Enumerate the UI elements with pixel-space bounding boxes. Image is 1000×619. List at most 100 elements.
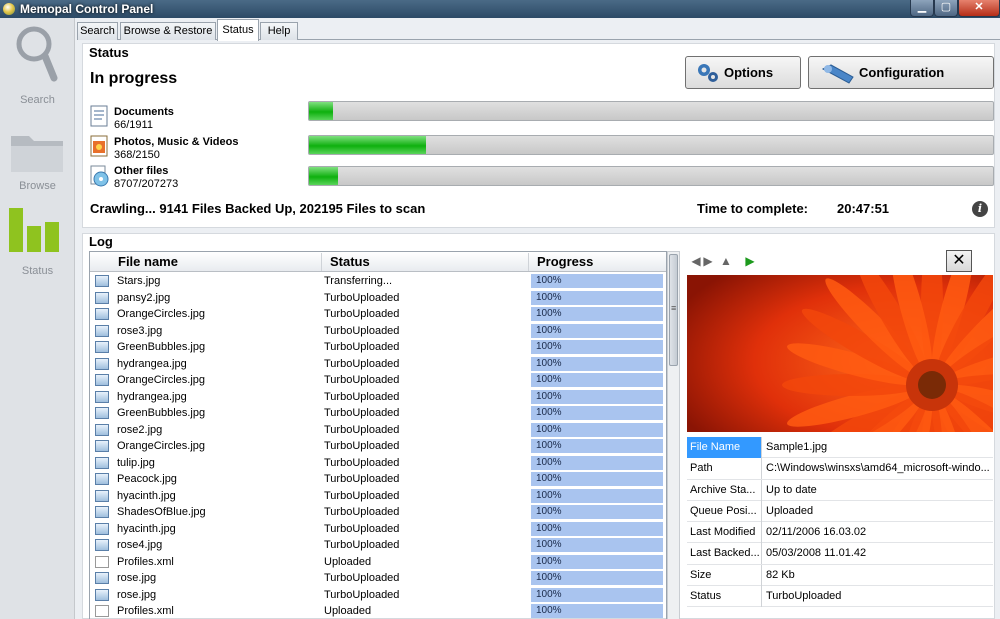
table-row[interactable]: pansy2.jpg TurboUploaded 100% — [90, 290, 666, 307]
row-status: TurboUploaded — [324, 522, 400, 535]
property-row[interactable]: Queue Posi... Uploaded — [687, 500, 993, 523]
row-progress: 100% — [531, 274, 663, 288]
row-file-name: OrangeCircles.jpg — [117, 440, 206, 452]
row-file-name: Profiles.xml — [117, 555, 174, 568]
property-row[interactable]: Status TurboUploaded — [687, 586, 993, 608]
media-progress-fill — [309, 136, 426, 154]
row-file-name: Peacock.jpg — [117, 473, 177, 485]
row-file-name: hydrangea.jpg — [117, 390, 187, 403]
column-header-file-name[interactable]: File name — [90, 253, 322, 271]
property-key: File Name — [687, 437, 762, 458]
title-bar[interactable]: Memopal Control Panel ▁ ▢ ✕ — [0, 0, 1000, 18]
row-status: TurboUploaded — [324, 456, 400, 469]
memopal-window: Memopal Control Panel ▁ ▢ ✕ Search Brows… — [0, 0, 1000, 619]
row-file-name: OrangeCircles.jpg — [117, 308, 206, 320]
column-header-status[interactable]: Status — [322, 253, 529, 271]
xml-file-icon — [95, 605, 109, 617]
tab-help[interactable]: Help — [260, 22, 298, 40]
image-file-icon — [95, 423, 109, 436]
row-progress: 100% — [531, 604, 663, 618]
category-count-other: 8707/207273 — [114, 178, 179, 190]
configuration-button-label: Configuration — [859, 65, 945, 80]
row-progress: 100% — [531, 571, 663, 585]
table-row[interactable]: Peacock.jpg TurboUploaded 100% — [90, 471, 666, 488]
row-status: TurboUploaded — [324, 572, 400, 584]
status-state: In progress — [90, 70, 178, 87]
tab-status[interactable]: Status — [217, 19, 259, 41]
table-row[interactable]: rose4.jpg TurboUploaded 100% — [90, 537, 666, 554]
row-status: TurboUploaded — [324, 506, 400, 518]
category-count-documents: 66/1911 — [114, 119, 153, 131]
sidebar-item-label: Browse — [19, 180, 56, 192]
table-row[interactable]: Stars.jpg Transferring... 100% — [90, 273, 666, 290]
image-file-icon — [95, 456, 109, 469]
table-row[interactable]: GreenBubbles.jpg TurboUploaded 100% — [90, 339, 666, 356]
property-row[interactable]: Last Modified 02/11/2006 16.03.02 — [687, 522, 993, 544]
log-section-title: Log — [89, 234, 117, 249]
log-table-header: File name Status Progress — [90, 252, 666, 272]
property-row[interactable]: Path C:\Windows\winsxs\amd64_microsoft-wi… — [687, 458, 993, 480]
row-progress: 100% — [531, 323, 663, 338]
property-row[interactable]: Archive Sta... Up to date — [687, 479, 993, 501]
tab-bar: Search Browse & Restore Status Help — [77, 19, 1000, 41]
close-window-button[interactable]: ✕ — [958, 0, 1000, 17]
property-row[interactable]: Size 82 Kb — [687, 564, 993, 587]
configuration-button[interactable]: Configuration — [808, 56, 994, 89]
up-arrow-icon[interactable]: ▲ — [719, 253, 733, 269]
table-row[interactable]: Profiles.xml Uploaded 100% — [90, 603, 666, 619]
property-key: Path — [687, 458, 762, 480]
minimize-button[interactable]: ▁ — [910, 0, 934, 17]
image-file-icon — [95, 572, 109, 584]
table-row[interactable]: OrangeCircles.jpg TurboUploaded 100% — [90, 306, 666, 323]
row-progress: 100% — [531, 455, 663, 470]
row-status: TurboUploaded — [324, 308, 400, 320]
table-row[interactable]: hydrangea.jpg TurboUploaded 100% — [90, 356, 666, 373]
window-title: Memopal Control Panel — [20, 2, 154, 16]
file-properties-table: File Name Sample1.jpg Path C:\Windows\winsx… — [687, 437, 993, 608]
property-value: Sample1.jpg — [766, 441, 828, 453]
image-file-icon — [95, 308, 109, 320]
table-row[interactable]: OrangeCircles.jpg TurboUploaded 100% — [90, 372, 666, 389]
row-status: TurboUploaded — [324, 588, 400, 601]
row-status: TurboUploaded — [324, 374, 400, 386]
image-file-icon — [95, 506, 109, 518]
play-icon[interactable]: ▶ — [743, 253, 757, 269]
other-progress-fill — [309, 167, 338, 185]
preview-close-button[interactable]: ✕ — [946, 250, 972, 272]
table-row[interactable]: ShadesOfBlue.jpg TurboUploaded 100% — [90, 504, 666, 521]
preview-image — [687, 275, 993, 432]
table-row[interactable]: hyacinth.jpg TurboUploaded 100% — [90, 521, 666, 538]
row-status: TurboUploaded — [324, 324, 400, 337]
table-row[interactable]: tulip.jpg TurboUploaded 100% — [90, 455, 666, 472]
xml-file-icon — [95, 555, 109, 568]
status-section-title: Status — [89, 45, 133, 60]
sidebar-item-status[interactable]: Status — [0, 18, 75, 277]
table-row[interactable]: GreenBubbles.jpg TurboUploaded 100% — [90, 405, 666, 422]
scrollbar-thumb[interactable]: ≡ — [669, 254, 678, 366]
property-row[interactable]: File Name Sample1.jpg — [687, 437, 993, 459]
tab-search[interactable]: Search — [77, 22, 118, 40]
property-row[interactable]: Last Backed... 05/03/2008 11.01.42 — [687, 543, 993, 565]
table-row[interactable]: rose3.jpg TurboUploaded 100% — [90, 323, 666, 340]
crawl-status-text: Crawling... 9141 Files Backed Up, 202195… — [90, 201, 426, 216]
row-file-name: rose4.jpg — [117, 539, 163, 551]
next-arrow-icon[interactable]: ▶ — [701, 253, 715, 269]
row-progress: 100% — [531, 389, 663, 404]
options-button[interactable]: Options — [685, 56, 801, 89]
row-file-name: GreenBubbles.jpg — [117, 341, 206, 353]
row-file-name: pansy2.jpg — [117, 291, 171, 304]
memopal-logo-icon — [3, 3, 15, 15]
maximize-button[interactable]: ▢ — [934, 0, 958, 17]
log-scrollbar[interactable]: ≡ — [667, 251, 680, 619]
table-row[interactable]: rose2.jpg TurboUploaded 100% — [90, 422, 666, 439]
table-row[interactable]: rose.jpg TurboUploaded 100% — [90, 570, 666, 587]
info-icon[interactable]: i — [972, 201, 988, 217]
table-row[interactable]: rose.jpg TurboUploaded 100% — [90, 587, 666, 604]
image-file-icon — [95, 390, 109, 403]
table-row[interactable]: Profiles.xml Uploaded 100% — [90, 554, 666, 571]
table-row[interactable]: hydrangea.jpg TurboUploaded 100% — [90, 389, 666, 406]
tab-browse-restore[interactable]: Browse & Restore — [120, 22, 216, 40]
table-row[interactable]: OrangeCircles.jpg TurboUploaded 100% — [90, 438, 666, 455]
table-row[interactable]: hyacinth.jpg TurboUploaded 100% — [90, 488, 666, 505]
column-header-progress[interactable]: Progress — [529, 253, 666, 271]
